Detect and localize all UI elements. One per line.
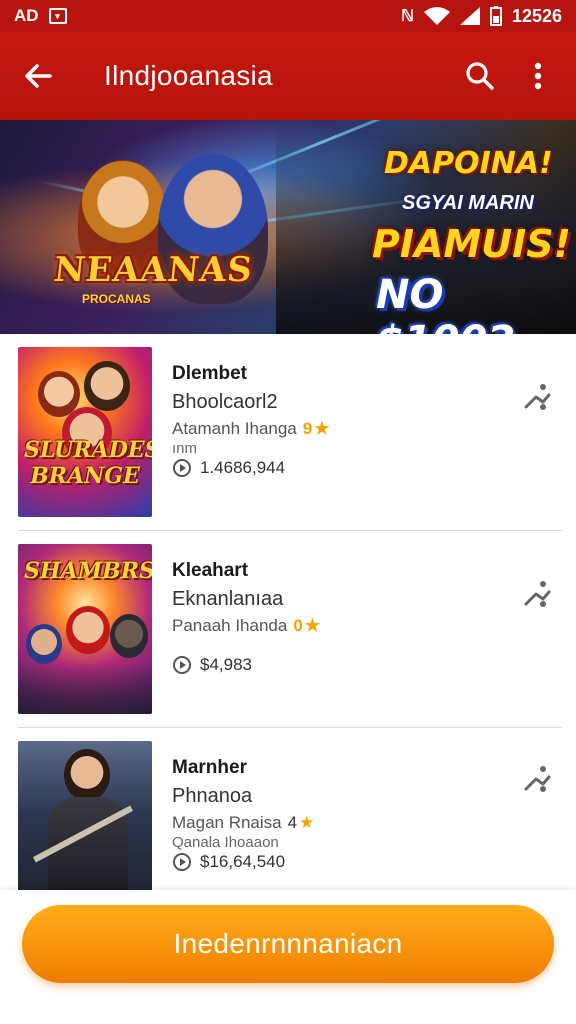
download-count-value: $16,64,540	[200, 852, 286, 871]
banner-game-logo: NEAANAS	[51, 250, 255, 290]
page-title: Ilndjooanasia	[104, 60, 273, 91]
signal-icon	[459, 7, 480, 25]
game-developer: Atamanh Ihanga	[172, 419, 297, 438]
share-icon	[524, 384, 551, 410]
more-vert-icon	[534, 62, 542, 90]
banner-headline-2: SGYAI MARIN	[402, 192, 534, 214]
download-count: $4,983	[172, 655, 252, 675]
download-count: 1.4686,944	[172, 458, 285, 478]
list-item[interactable]: SLURADES BRANGE Dlembet Bhoolcaorl2 Atam…	[18, 334, 562, 531]
character-face	[84, 361, 130, 411]
star-icon: ★	[314, 419, 330, 438]
status-ad-label: AD	[14, 6, 39, 25]
thumbnail-title: SHAMBRS	[24, 558, 152, 584]
share-icon	[524, 766, 551, 792]
bottom-action-area: Inedenrnnnaniacn	[0, 890, 576, 1024]
game-extra: ınm	[172, 440, 198, 457]
download-count: $16,64,540	[172, 852, 285, 872]
game-name: Marnher	[172, 757, 247, 778]
star-icon: ★	[299, 813, 315, 832]
character-face	[66, 606, 110, 654]
share-button[interactable]	[520, 380, 554, 414]
game-info: Marnher Phnanoa Magan Rnaisa 4 ★ Qanala …	[172, 756, 472, 852]
game-meta: Atamanh Ihanga 9 ★	[172, 418, 472, 440]
download-count-value: $4,983	[200, 655, 252, 674]
star-icon: ★	[304, 616, 321, 635]
character-face	[26, 624, 62, 664]
promo-banner[interactable]: NEAANAS PROCANAS DAPOINA! SGYAI MARIN PI…	[0, 120, 576, 334]
status-left: AD ▾	[14, 6, 67, 26]
banner-headline-4: NO $1002	[376, 272, 515, 334]
game-subtitle: Bhoolcaorl2	[172, 391, 278, 413]
game-subtitle: Eknanlanıaa	[172, 588, 284, 610]
game-thumbnail: SLURADES BRANGE	[18, 347, 152, 517]
thumbnail-shade	[18, 662, 152, 714]
game-name: Dlembet	[172, 363, 247, 384]
game-info: Dlembet Bhoolcaorl2 Atamanh Ihanga 9 ★ ı…	[172, 362, 472, 458]
rating-value: 9	[302, 419, 313, 438]
share-button[interactable]	[520, 762, 554, 796]
banner-game-logo-sub: PROCANAS	[82, 292, 151, 306]
game-info: Kleahart Eknanlanıaa Panaah Ihanda 0 ★	[172, 559, 472, 637]
app-bar: Ilndjooanasia	[0, 32, 576, 120]
game-developer: Magan Rnaisa	[172, 813, 282, 832]
game-subtitle: Phnanoa	[172, 785, 253, 807]
list-item[interactable]: SHAMBRS Kleahart Eknanlanıaa Panaah Ihan…	[18, 531, 562, 728]
share-icon	[524, 581, 551, 607]
download-count-value: 1.4686,944	[200, 458, 286, 477]
banner-headline-1: DAPOINA!	[384, 146, 553, 181]
game-meta: Panaah Ihanda 0 ★	[172, 615, 472, 637]
character-face	[64, 749, 110, 801]
game-rating: 4 ★	[288, 812, 315, 834]
wifi-icon	[423, 7, 450, 25]
rating-value: 4	[287, 813, 298, 832]
search-button[interactable]	[460, 56, 500, 96]
game-thumbnail: SHAMBRS	[18, 544, 152, 714]
status-time: 12526	[511, 5, 562, 26]
app-screen: AD ▾ ℕ 12526 Ilndjooanasia NEAANAS PROCA…	[0, 0, 576, 1024]
status-right: ℕ 12526	[401, 6, 562, 27]
game-thumbnail	[18, 741, 152, 911]
character-face	[110, 614, 148, 658]
nfc-icon: ℕ	[401, 8, 414, 25]
play-circle-icon	[173, 853, 191, 871]
more-options-button[interactable]	[518, 56, 558, 96]
game-developer: Panaah Ihanda	[172, 616, 288, 635]
game-meta: Magan Rnaisa 4 ★	[172, 812, 472, 834]
play-circle-icon	[173, 656, 191, 674]
game-rating: 9 ★	[303, 418, 330, 440]
battery-icon	[489, 6, 502, 26]
back-button[interactable]	[18, 56, 58, 96]
status-bar: AD ▾ ℕ 12526	[0, 0, 576, 32]
game-name: Kleahart	[172, 560, 249, 581]
share-button[interactable]	[520, 577, 554, 611]
banner-headline-3: PIAMUIS!	[372, 222, 571, 266]
arrow-back-icon	[25, 64, 52, 88]
notification-icon: ▾	[48, 8, 67, 24]
thumbnail-title: SLURADES BRANGE	[24, 437, 152, 489]
play-circle-icon	[173, 459, 191, 477]
rating-value: 0	[293, 616, 303, 635]
game-list: SLURADES BRANGE Dlembet Bhoolcaorl2 Atam…	[0, 334, 576, 925]
search-icon	[466, 62, 494, 90]
game-rating: 0 ★	[293, 615, 320, 637]
primary-action-button[interactable]: Inedenrnnnaniacn	[22, 905, 554, 983]
game-extra: Qanala Ihoaaon	[172, 834, 279, 851]
